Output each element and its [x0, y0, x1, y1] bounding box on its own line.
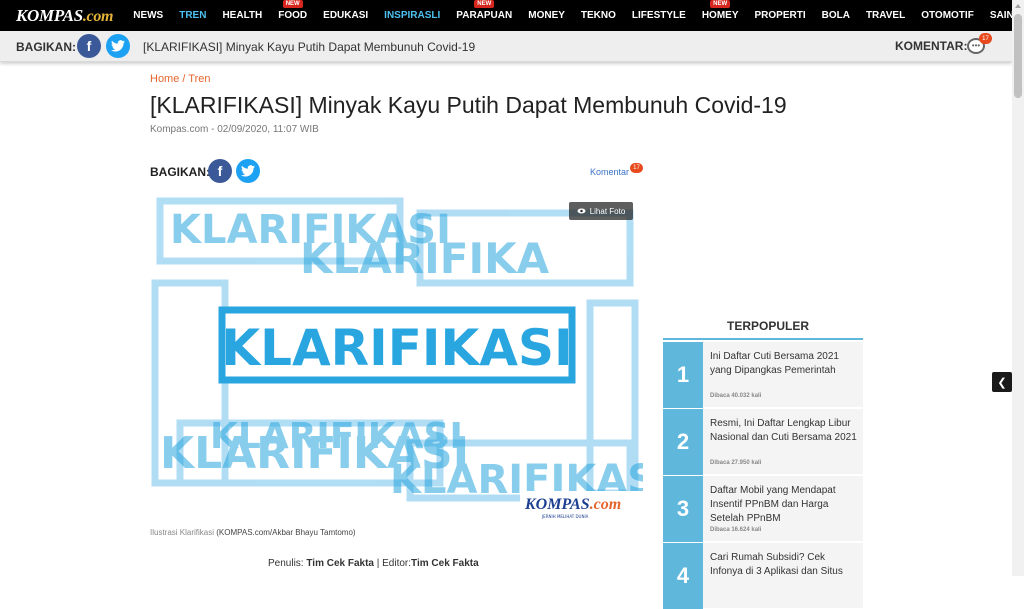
kompas-logo[interactable]: KOMPAS.com — [16, 6, 114, 26]
svg-text:KLARIFIKASI: KLARIFIKASI — [210, 416, 463, 457]
nav-item-sains[interactable]: SAINS — [982, 10, 1012, 21]
lihat-foto-button[interactable]: Lihat Foto — [569, 202, 633, 220]
read-count: Dibaca 40.032 kali — [710, 393, 762, 399]
new-badge: NEW — [474, 0, 495, 8]
nav-menu: NEWS TREN HEALTH FOOD NEW EDUKASI INSPIRASLI PA… — [125, 0, 1012, 21]
sticky-share-bar: BAGIKAN: f [KLARIFIKASI] Minyak Kayu Put… — [0, 31, 1012, 62]
share-label: BAGIKAN: — [16, 40, 76, 54]
nav-item-edukasi[interactable]: EDUKASI — [315, 10, 376, 21]
sticky-article-title: [KLARIFIKASI] Minyak Kayu Putih Dapat Me… — [143, 40, 476, 54]
nav-item-food[interactable]: FOOD NEW — [270, 0, 315, 21]
nav-item-inspirasli[interactable]: INSPIRASLI — [376, 10, 448, 21]
editor-link[interactable]: Tim Cek Fakta — [411, 558, 479, 569]
new-badge: NEW — [282, 0, 303, 8]
terpopuler-item-title[interactable]: Daftar Mobil yang Mendapat Insentif PPnB… — [710, 484, 860, 526]
breadcrumb[interactable]: Home / Tren — [150, 73, 211, 85]
nav-item-tekno[interactable]: TEKNO — [573, 10, 624, 21]
terpopuler-item-title[interactable]: Resmi, Ini Daftar Lengkap Libur Nasional… — [710, 417, 860, 445]
svg-text:KLARIFIKASI: KLARIFIKASI — [221, 319, 572, 377]
svg-text:JERNIH MELIHAT DUNIA: JERNIH MELIHAT DUNIA — [541, 514, 589, 519]
scroll-up-arrow-icon[interactable] — [1015, 4, 1021, 8]
nav-item-tren[interactable]: TREN — [171, 10, 214, 21]
nav-item-news[interactable]: NEWS — [125, 10, 171, 21]
terpopuler-heading: TERPOPULER — [727, 319, 810, 333]
terpopuler-divider — [663, 338, 863, 340]
nav-item-otomotif[interactable]: OTOMOTIF — [913, 10, 982, 21]
nav-item-homey[interactable]: HOMEY NEW — [694, 0, 747, 21]
chevron-left-icon[interactable]: ❮ — [992, 372, 1012, 392]
rank-number: 2 — [663, 409, 703, 475]
rank-number: 4 — [663, 543, 703, 609]
article-meta: Kompas.com - 02/09/2020, 11:07 WIB — [150, 124, 319, 135]
article-title: [KLARIFIKASI] Minyak Kayu Putih Dapat Me… — [150, 92, 787, 118]
new-badge: NEW — [710, 0, 731, 8]
nav-item-parapuan[interactable]: PARAPUAN NEW — [448, 0, 520, 21]
terpopuler-item[interactable]: 2 Resmi, Ini Daftar Lengkap Libur Nasiona… — [663, 409, 863, 475]
nav-item-health[interactable]: HEALTH — [214, 10, 270, 21]
kompas-watermark: KOMPAS.com — [524, 496, 621, 513]
article-share-label: BAGIKAN: — [150, 165, 210, 179]
author-line: Penulis: Tim Cek Fakta | Editor:Tim Cek … — [268, 558, 479, 569]
terpopuler-item[interactable]: 1 Ini Daftar Cuti Bersama 2021 yang Dipan… — [663, 342, 863, 408]
author-link[interactable]: Tim Cek Fakta — [306, 558, 374, 569]
komentar-link[interactable]: Komentar — [590, 167, 629, 177]
twitter-share-icon[interactable] — [236, 159, 260, 183]
twitter-icon[interactable] — [106, 34, 130, 58]
nav-item-lifestyle[interactable]: LIFESTYLE — [624, 10, 694, 21]
terpopuler-item[interactable]: 3 Daftar Mobil yang Mendapat Insentif PPn… — [663, 476, 863, 542]
top-navigation: KOMPAS.com NEWS TREN HEALTH FOOD NEW EDUKASI I… — [0, 0, 1012, 31]
svg-text:KLARIFIKA: KLARIFIKA — [300, 234, 550, 283]
nav-item-travel[interactable]: TRAVEL — [858, 10, 913, 21]
rank-number: 1 — [663, 342, 703, 408]
hero-image[interactable]: KLARIFIKASI KLARIFIKA KLARIFIKASI KLARIF… — [150, 193, 643, 521]
image-caption: Ilustrasi Klarifikasi (KOMPAS.com/Akbar … — [150, 528, 356, 537]
terpopuler-item[interactable]: 4 Cari Rumah Subsidi? Cek Infonya di 3 Ap… — [663, 543, 863, 609]
rank-number: 3 — [663, 476, 703, 542]
nav-item-money[interactable]: MONEY — [520, 10, 573, 21]
klarifikasi-illustration: KLARIFIKASI KLARIFIKA KLARIFIKASI KLARIF… — [150, 193, 643, 521]
terpopuler-item-title[interactable]: Ini Daftar Cuti Bersama 2021 yang Dipang… — [710, 350, 860, 378]
komentar-label: KOMENTAR: — [895, 39, 968, 53]
facebook-share-icon[interactable]: f — [208, 159, 232, 183]
comment-count-badge: 17 — [979, 33, 992, 44]
nav-item-bola[interactable]: BOLA — [814, 10, 858, 21]
read-count: Dibaca 27.950 kali — [710, 460, 762, 466]
facebook-icon[interactable]: f — [77, 34, 101, 58]
scrollbar-thumb[interactable] — [1014, 14, 1022, 98]
read-count: Dibaca 16.624 kali — [710, 527, 762, 533]
terpopuler-item-title[interactable]: Cari Rumah Subsidi? Cek Infonya di 3 Apl… — [710, 551, 860, 579]
eye-icon — [577, 208, 586, 214]
nav-item-properti[interactable]: PROPERTI — [746, 10, 813, 21]
komentar-count-badge: 17 — [630, 163, 643, 173]
